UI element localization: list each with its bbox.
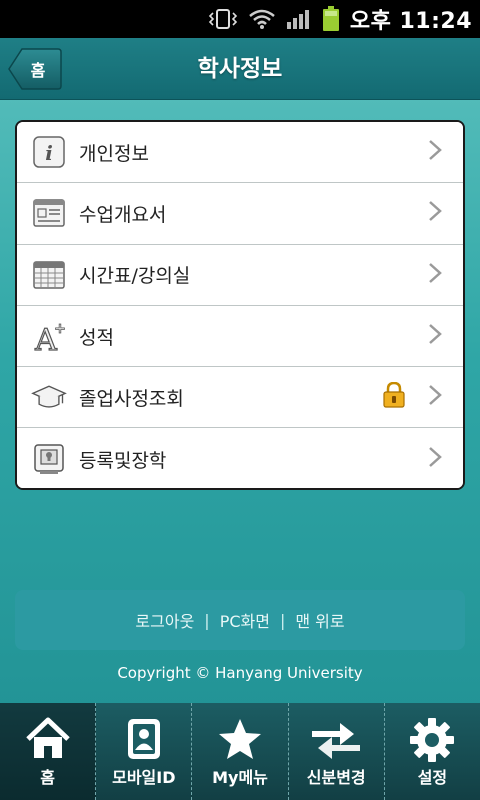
menu-list: i 개인정보 수업개요서 시간표/강의실 A + 성적 졸업사정조회 등록및장학 (15, 120, 465, 490)
menu-item-label: 개인정보 (79, 142, 149, 165)
status-time: 오후 11:24 (349, 9, 472, 34)
registration-icon (31, 441, 67, 477)
wifi-icon (248, 8, 276, 30)
mobile-id-icon (124, 717, 164, 765)
grade-a-plus-icon: A + (31, 318, 67, 354)
menu-item-label: 등록및장학 (79, 449, 167, 472)
copyright-text: Copyright © Hanyang University (117, 664, 363, 682)
tab-identity-switch[interactable]: 신분변경 (289, 703, 385, 800)
logout-link[interactable]: 로그아웃 (135, 608, 194, 632)
chevron-right-icon (427, 323, 443, 349)
separator: | (204, 610, 210, 630)
header-bar: 홈 학사정보 (0, 38, 480, 100)
tab-label: 홈 (40, 768, 55, 787)
timetable-icon (31, 257, 67, 293)
vibrate-icon (208, 7, 238, 31)
scroll-to-top-link[interactable]: 맨 위로 (295, 608, 344, 632)
tab-home[interactable]: 홈 (0, 703, 97, 800)
battery-icon (322, 6, 340, 32)
home-icon (25, 717, 71, 765)
separator: | (279, 610, 286, 630)
tab-mobile-id[interactable]: 모바일ID (96, 703, 193, 800)
menu-item-registration-scholarship[interactable]: 등록및장학 (17, 428, 463, 488)
chevron-right-icon (427, 200, 443, 226)
status-bar: 오후 11:24 (0, 0, 480, 38)
menu-item-personal-info[interactable]: i 개인정보 (17, 122, 463, 184)
info-icon: i (31, 134, 67, 170)
chevron-right-icon (427, 384, 443, 410)
menu-item-graduation-check[interactable]: 졸업사정조회 (17, 367, 463, 429)
menu-item-label: 수업개요서 (79, 203, 167, 226)
lock-icon (383, 382, 405, 412)
graduation-cap-icon (31, 379, 67, 415)
tab-label: My메뉴 (212, 768, 268, 787)
bottom-tab-bar: 홈 모바일ID My메뉴 신분변경 설정 (0, 703, 480, 800)
tab-settings[interactable]: 설정 (385, 703, 480, 800)
footer-links: 로그아웃 | PC화면 | 맨 위로 (15, 590, 465, 650)
chevron-right-icon (427, 446, 443, 472)
page-title: 학사정보 (197, 56, 283, 82)
tab-my-menu[interactable]: My메뉴 (192, 703, 289, 800)
chevron-right-icon (427, 139, 443, 165)
tab-label: 모바일ID (112, 768, 176, 787)
tab-label: 설정 (417, 768, 448, 787)
tab-label: 신분변경 (306, 768, 366, 787)
menu-item-label: 성적 (79, 326, 114, 349)
star-icon (217, 717, 263, 765)
menu-item-label: 시간표/강의실 (79, 265, 191, 288)
gear-icon (409, 717, 455, 767)
menu-item-grades[interactable]: A + 성적 (17, 305, 463, 368)
chevron-right-icon (427, 262, 443, 288)
syllabus-icon (31, 195, 67, 231)
signal-icon (286, 8, 312, 30)
menu-item-label: 졸업사정조회 (79, 387, 184, 410)
svg-text:i: i (45, 141, 53, 165)
svg-text:+: + (54, 321, 66, 337)
pc-view-link[interactable]: PC화면 (220, 608, 270, 632)
swap-arrows-icon (310, 717, 362, 765)
menu-item-timetable[interactable]: 시간표/강의실 (17, 244, 463, 306)
menu-item-syllabus[interactable]: 수업개요서 (17, 183, 463, 245)
